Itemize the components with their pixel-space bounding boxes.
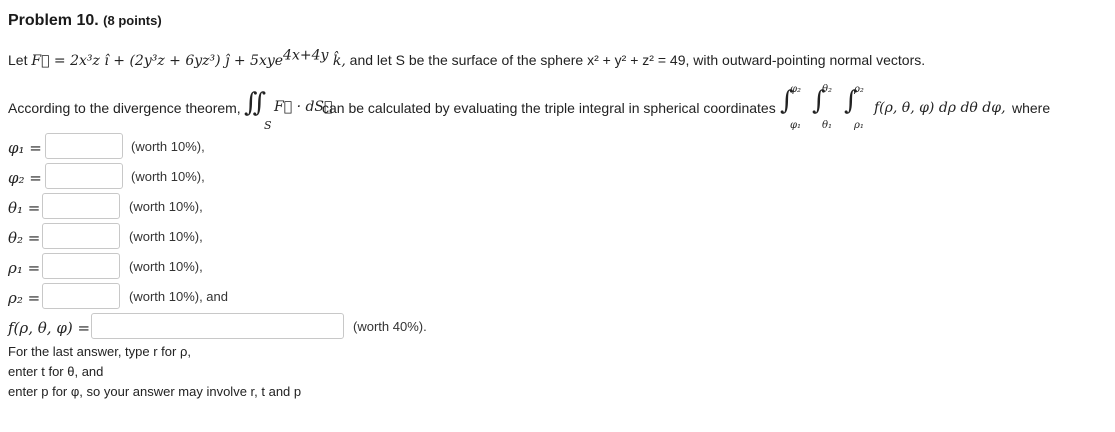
limit-phi-upper: φ₂ <box>790 84 802 95</box>
worth-theta2: (worth 10%), <box>129 229 203 244</box>
triple-integrand: f(ρ, θ, φ) dρ dθ dφ, <box>874 100 1006 116</box>
limit-phi-lower: φ₁ <box>790 120 802 131</box>
problem-title: Problem 10. (8 points) <box>8 12 162 30</box>
theta1-input[interactable] <box>42 193 120 219</box>
worth-phi1: (worth 10%), <box>131 139 205 154</box>
limit-theta-upper: θ₂ <box>822 84 833 95</box>
worth-theta1: (worth 10%), <box>129 199 203 214</box>
worth-rho1: (worth 10%), <box>129 259 203 274</box>
limit-theta-lower: θ₁ <box>822 120 833 131</box>
divergence-middle: can be calculated by evaluating the trip… <box>322 100 776 116</box>
phi1-input[interactable] <box>45 133 123 159</box>
rho1-input[interactable] <box>42 253 120 279</box>
f-input[interactable] <box>91 313 344 339</box>
worth-phi2: (worth 10%), <box>131 169 205 184</box>
limit-rho-upper: ρ₂ <box>854 84 864 95</box>
problem-points: (8 points) <box>103 13 162 28</box>
instruction-line-1: For the last answer, type r for ρ, <box>8 344 191 359</box>
label-f: f(ρ, θ, φ) = <box>8 319 91 337</box>
surface-integral: ∬ <box>244 88 266 118</box>
problem-statement: Let F⃗ = 2x³z î + (2y³z + 6yz³) ĵ + 5xye… <box>8 48 926 69</box>
statement-lead: Let <box>8 52 32 68</box>
label-theta2: θ₂ = <box>8 229 41 247</box>
vector-field-exponent: 4x+4y <box>283 47 329 64</box>
worth-rho2: (worth 10%), and <box>129 289 228 304</box>
triple-integral: ∫ φ₂ φ₁ ∫ θ₂ θ₁ ∫ ρ₂ ρ₁ <box>778 84 873 134</box>
surface-description: and let S be the surface of the sphere x… <box>345 52 926 68</box>
divergence-where: where <box>1012 100 1051 116</box>
problem-number: Problem 10. <box>8 12 99 29</box>
vector-field: F⃗ = 2x³z î + (2y³z + 6yz³) ĵ + 5xye <box>31 53 284 69</box>
label-phi1: φ₁ = <box>8 139 42 157</box>
label-theta1: θ₁ = <box>8 199 41 217</box>
label-rho1: ρ₁ = <box>8 259 41 277</box>
label-phi2: φ₂ = <box>8 169 42 187</box>
theta2-input[interactable] <box>42 223 120 249</box>
rho2-input[interactable] <box>42 283 120 309</box>
instruction-line-2: enter t for θ, and <box>8 364 104 379</box>
vector-field-tail: k̂, <box>328 53 346 69</box>
limit-rho-lower: ρ₁ <box>854 120 864 131</box>
instruction-line-3: enter p for φ, so your answer may involv… <box>8 384 302 399</box>
double-integral-icon: ∬ <box>244 88 267 118</box>
surface-subscript: S <box>264 119 272 132</box>
phi2-input[interactable] <box>45 163 123 189</box>
worth-f: (worth 40%). <box>353 319 427 334</box>
label-rho2: ρ₂ = <box>8 289 41 307</box>
divergence-intro: According to the divergence theorem, <box>8 100 241 116</box>
